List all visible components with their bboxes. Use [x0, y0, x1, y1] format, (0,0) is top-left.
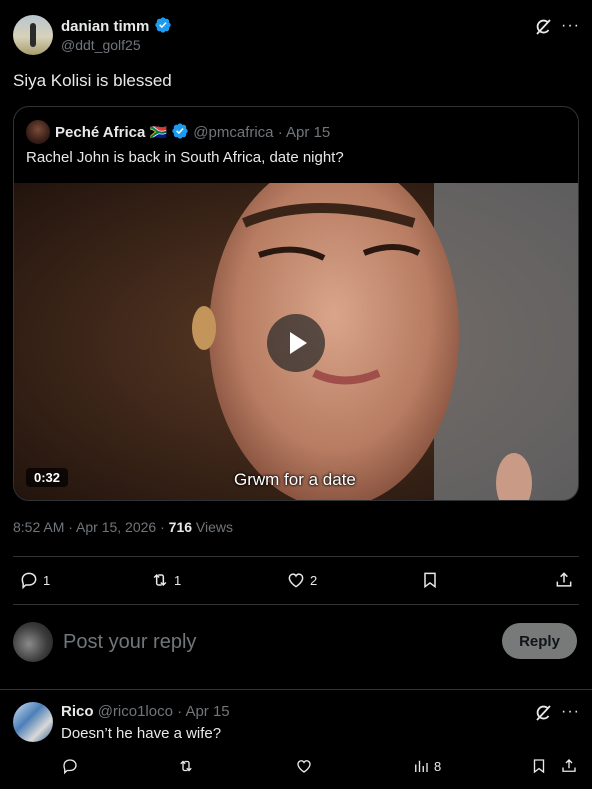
post-timestamp[interactable]: 8:52 AM · Apr 15, 2026 [13, 519, 156, 535]
bookmark-icon [533, 759, 545, 774]
repost-icon [180, 760, 192, 772]
reply-action[interactable]: 1 [19, 570, 50, 590]
quote-author-name: Peché Africa [55, 124, 146, 141]
reply-button[interactable]: Reply [502, 623, 577, 659]
quote-date: · Apr 15 [277, 124, 331, 141]
divider [13, 556, 579, 557]
flag-icon: 🇿🇦 [149, 124, 167, 140]
like-count: 2 [310, 572, 318, 588]
quoted-post-card[interactable]: Peché Africa 🇿🇦 @pmcafrica · Apr 15 Rach… [13, 106, 579, 501]
play-icon [290, 332, 307, 354]
analytics-icon [415, 760, 428, 772]
heart-icon [288, 573, 304, 588]
video-duration: 0:32 [26, 468, 69, 487]
comment-author-row: Rico @rico1loco · Apr 15 [61, 703, 230, 720]
views-count: 716 [168, 519, 193, 535]
comment-avatar[interactable] [13, 702, 53, 742]
comment-like-action[interactable] [295, 757, 313, 775]
share-icon [562, 759, 576, 772]
share-action[interactable] [554, 570, 574, 590]
comment-reply-action[interactable] [61, 757, 79, 775]
author-name-row[interactable]: danian timm [61, 16, 172, 35]
comment-views-count: 8 [434, 758, 442, 774]
repost-action[interactable]: 1 [150, 570, 181, 590]
play-button[interactable] [267, 314, 325, 372]
reply-icon [21, 572, 37, 590]
repost-count: 1 [174, 572, 182, 588]
reply-count: 1 [43, 572, 51, 588]
video-player[interactable]: Grwm for a date 0:32 [14, 183, 578, 500]
comment-views-action[interactable]: 8 [412, 757, 441, 775]
author-name[interactable]: danian timm [61, 18, 149, 35]
quote-author-row: Peché Africa 🇿🇦 @pmcafrica · Apr 15 [55, 122, 330, 141]
reply-icon [63, 759, 77, 775]
share-icon [556, 572, 572, 587]
more-options-icon[interactable]: ··· [561, 17, 580, 35]
comment-text: Doesn’t he have a wife? [61, 725, 222, 742]
current-user-avatar[interactable] [13, 622, 53, 662]
grok-icon[interactable] [533, 703, 553, 723]
like-action[interactable]: 2 [286, 570, 317, 590]
author-handle[interactable]: @ddt_golf25 [61, 37, 141, 53]
views-label: Views [195, 519, 234, 535]
verified-badge-icon [172, 123, 188, 139]
more-options-icon[interactable]: ··· [561, 703, 580, 721]
quote-text: Rachel John is back in South Africa, dat… [26, 149, 344, 166]
comment-share-action[interactable] [560, 757, 578, 775]
reply-input[interactable] [63, 627, 483, 657]
comment-author-handle[interactable]: @rico1loco [98, 703, 173, 720]
verified-badge-icon [154, 17, 171, 33]
post-meta: 8:52 AM · Apr 15, 2026 · 716 Views [13, 519, 234, 535]
quote-author-handle: @pmcafrica [193, 124, 274, 141]
video-caption: Grwm for a date [234, 470, 356, 489]
quote-author-avatar [26, 120, 50, 144]
post-text: Siya Kolisi is blessed [13, 71, 172, 90]
comment-date[interactable]: · Apr 15 [177, 703, 230, 720]
divider [0, 689, 592, 690]
repost-icon [153, 573, 167, 587]
comment-author-name[interactable]: Rico [61, 703, 94, 720]
author-avatar[interactable] [13, 15, 53, 55]
bookmark-icon [424, 572, 436, 589]
comment-bookmark-action[interactable] [530, 757, 548, 775]
comment-repost-action[interactable] [177, 757, 195, 775]
bookmark-action[interactable] [420, 570, 440, 590]
heart-icon [297, 760, 311, 773]
divider [13, 604, 579, 605]
grok-icon[interactable] [533, 17, 553, 37]
